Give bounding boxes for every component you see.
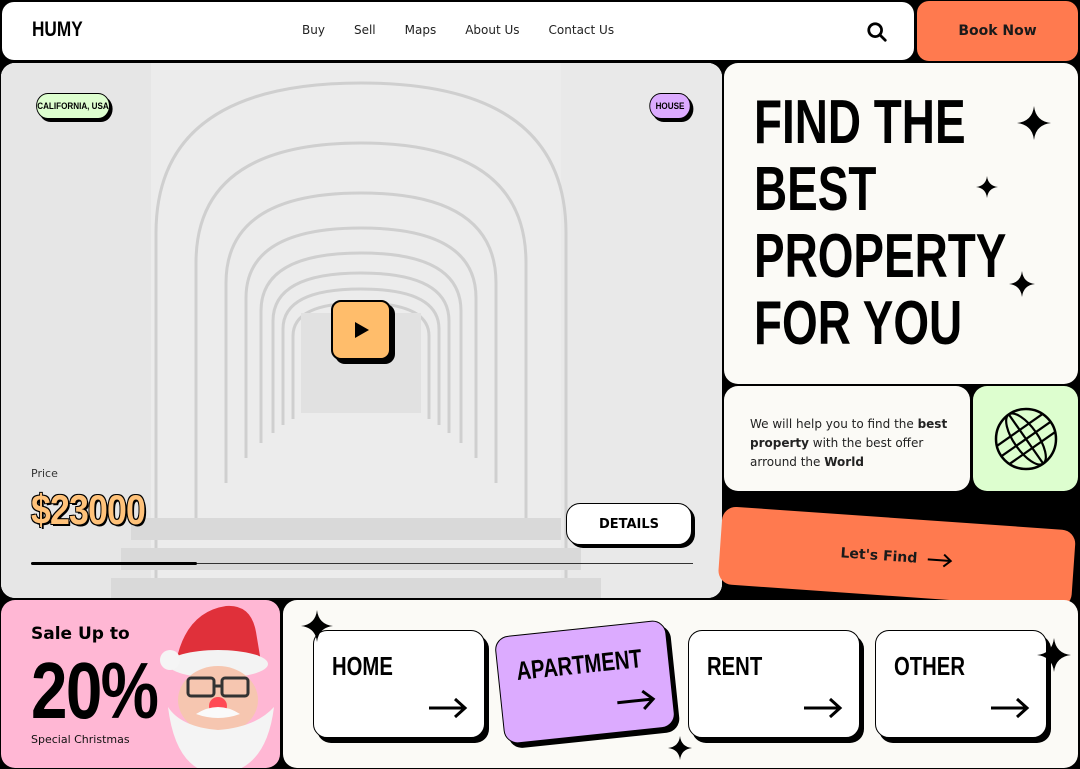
sparkle-icon — [1009, 271, 1035, 297]
sale-card[interactable]: Sale Up to 20% Special Christmas — [1, 600, 280, 768]
arrow-right-icon — [617, 689, 656, 710]
top-navbar: HUMY Buy Sell Maps About Us Contact Us — [2, 2, 914, 60]
santa-illustration — [160, 605, 274, 768]
arrow-right-icon — [804, 697, 843, 719]
description-text: We will help you to find the best proper… — [750, 415, 955, 472]
categories-panel: HOME APARTMENT RENT OTHER — [283, 600, 1078, 768]
play-button[interactable] — [331, 300, 391, 360]
headline-line-4: FOR YOU — [754, 289, 963, 358]
nav-buy[interactable]: Buy — [302, 23, 325, 37]
location-tag: CALIFORNIA, USA — [36, 93, 110, 119]
arrow-right-icon — [991, 697, 1030, 719]
description-card: We will help you to find the best proper… — [724, 386, 970, 491]
property-type-tag: HOUSE — [649, 93, 691, 119]
sparkle-icon — [1017, 106, 1051, 140]
property-type-text: HOUSE — [655, 101, 685, 111]
price-value: $23000 — [31, 486, 146, 533]
details-button[interactable]: DETAILS — [566, 503, 692, 545]
location-tag-text: CALIFORNIA, USA — [37, 101, 109, 111]
search-icon[interactable] — [866, 21, 888, 43]
globe-card — [973, 386, 1078, 491]
slider-progress-fill — [31, 562, 197, 565]
headline-card: FIND THE BEST PROPERTY FOR YOU — [724, 63, 1078, 384]
main-menu: Buy Sell Maps About Us Contact Us — [302, 23, 643, 37]
play-icon — [355, 322, 369, 338]
slider-progress-track[interactable] — [31, 562, 693, 565]
book-now-button[interactable]: Book Now — [917, 1, 1078, 61]
category-other[interactable]: OTHER — [875, 630, 1047, 738]
arrow-right-icon — [429, 697, 468, 719]
description-part: We will help you to find the — [750, 417, 918, 431]
sale-subtitle: Special Christmas — [31, 733, 130, 746]
category-home[interactable]: HOME — [313, 630, 485, 738]
price-label: Price — [31, 467, 58, 480]
sparkle-icon — [668, 736, 692, 760]
sale-title: Sale Up to — [31, 624, 130, 644]
globe-icon — [994, 407, 1058, 471]
headline-line-3: PROPERTY — [754, 222, 1007, 291]
category-label: RENT — [707, 651, 763, 681]
lets-find-label: Let's Find — [839, 545, 918, 567]
sparkle-icon — [976, 176, 998, 198]
logo[interactable]: HUMY — [32, 18, 83, 42]
nav-contact-us[interactable]: Contact Us — [549, 23, 615, 37]
category-label: HOME — [332, 651, 393, 681]
category-label: APARTMENT — [514, 643, 644, 687]
headline: FIND THE BEST PROPERTY FOR YOU — [754, 89, 1035, 357]
category-rent[interactable]: RENT — [688, 630, 860, 738]
sparkle-icon — [1037, 638, 1071, 672]
arrow-right-icon — [928, 553, 953, 568]
category-apartment[interactable]: APARTMENT — [493, 619, 677, 745]
headline-line-1: FIND THE — [754, 88, 966, 157]
sale-percent: 20% — [31, 646, 159, 735]
nav-maps[interactable]: Maps — [405, 23, 437, 37]
nav-sell[interactable]: Sell — [354, 23, 376, 37]
sparkle-icon — [301, 610, 333, 642]
lets-find-button[interactable]: Let's Find — [717, 506, 1077, 609]
nav-about-us[interactable]: About Us — [465, 23, 519, 37]
category-label: OTHER — [894, 651, 965, 681]
hero-property-card: CALIFORNIA, USA HOUSE Price $23000 DETAI… — [1, 63, 722, 598]
description-bold: World — [824, 455, 864, 469]
headline-line-2: BEST — [754, 155, 877, 224]
